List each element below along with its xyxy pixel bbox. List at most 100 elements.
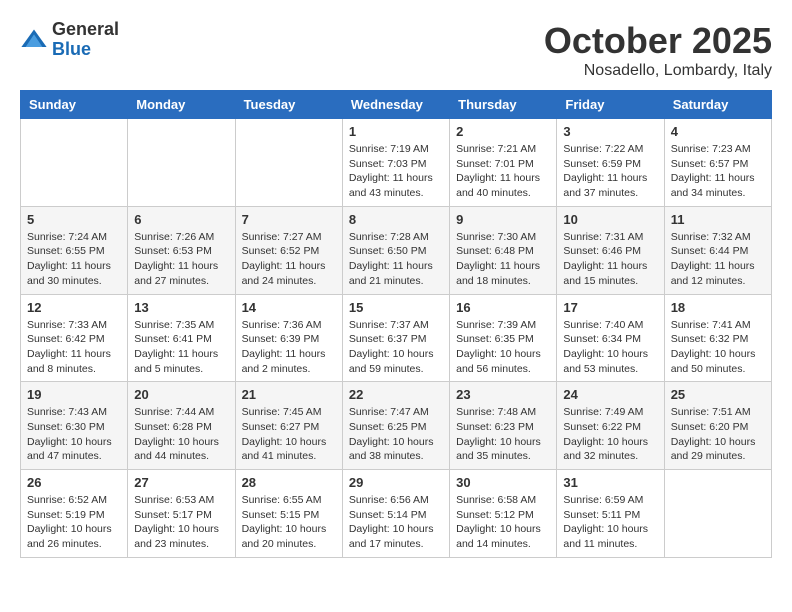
calendar-week-row: 19 Sunrise: 7:43 AMSunset: 6:30 PMDayligh… <box>21 382 772 470</box>
day-number: 12 <box>27 300 121 315</box>
day-info: Sunrise: 7:35 AMSunset: 6:41 PMDaylight:… <box>134 318 228 377</box>
day-info: Sunrise: 7:49 AMSunset: 6:22 PMDaylight:… <box>563 405 657 464</box>
calendar-header: SundayMondayTuesdayWednesdayThursdayFrid… <box>21 91 772 119</box>
day-number: 4 <box>671 124 765 139</box>
calendar-cell: 24 Sunrise: 7:49 AMSunset: 6:22 PMDayligh… <box>557 382 664 470</box>
day-number: 22 <box>349 387 443 402</box>
calendar-cell: 13 Sunrise: 7:35 AMSunset: 6:41 PMDayligh… <box>128 294 235 382</box>
day-number: 1 <box>349 124 443 139</box>
calendar-cell: 26 Sunrise: 6:52 AMSunset: 5:19 PMDayligh… <box>21 470 128 558</box>
day-number: 21 <box>242 387 336 402</box>
day-number: 27 <box>134 475 228 490</box>
day-info: Sunrise: 7:44 AMSunset: 6:28 PMDaylight:… <box>134 405 228 464</box>
day-info: Sunrise: 7:40 AMSunset: 6:34 PMDaylight:… <box>563 318 657 377</box>
day-info: Sunrise: 7:48 AMSunset: 6:23 PMDaylight:… <box>456 405 550 464</box>
calendar-cell: 2 Sunrise: 7:21 AMSunset: 7:01 PMDaylight… <box>450 119 557 207</box>
day-info: Sunrise: 7:22 AMSunset: 6:59 PMDaylight:… <box>563 142 657 201</box>
calendar-week-row: 12 Sunrise: 7:33 AMSunset: 6:42 PMDayligh… <box>21 294 772 382</box>
day-info: Sunrise: 7:21 AMSunset: 7:01 PMDaylight:… <box>456 142 550 201</box>
day-info: Sunrise: 6:52 AMSunset: 5:19 PMDaylight:… <box>27 493 121 552</box>
day-info: Sunrise: 7:33 AMSunset: 6:42 PMDaylight:… <box>27 318 121 377</box>
weekday-header-friday: Friday <box>557 91 664 119</box>
calendar-cell: 14 Sunrise: 7:36 AMSunset: 6:39 PMDayligh… <box>235 294 342 382</box>
calendar-cell <box>21 119 128 207</box>
day-number: 13 <box>134 300 228 315</box>
day-number: 18 <box>671 300 765 315</box>
day-info: Sunrise: 7:37 AMSunset: 6:37 PMDaylight:… <box>349 318 443 377</box>
day-info: Sunrise: 6:58 AMSunset: 5:12 PMDaylight:… <box>456 493 550 552</box>
logo-general-text: General <box>52 20 119 40</box>
calendar-cell: 15 Sunrise: 7:37 AMSunset: 6:37 PMDayligh… <box>342 294 449 382</box>
weekday-header-tuesday: Tuesday <box>235 91 342 119</box>
day-info: Sunrise: 7:27 AMSunset: 6:52 PMDaylight:… <box>242 230 336 289</box>
day-number: 15 <box>349 300 443 315</box>
calendar-cell: 7Sunrise: 7:27 AMSunset: 6:52 PMDaylight… <box>235 206 342 294</box>
day-number: 26 <box>27 475 121 490</box>
calendar-cell: 18 Sunrise: 7:41 AMSunset: 6:32 PMDayligh… <box>664 294 771 382</box>
day-number: 30 <box>456 475 550 490</box>
calendar-cell: 9 Sunrise: 7:30 AMSunset: 6:48 PMDaylight… <box>450 206 557 294</box>
day-number: 14 <box>242 300 336 315</box>
day-info: Sunrise: 7:32 AMSunset: 6:44 PMDaylight:… <box>671 230 765 289</box>
day-number: 8 <box>349 212 443 227</box>
calendar-cell: 16 Sunrise: 7:39 AMSunset: 6:35 PMDayligh… <box>450 294 557 382</box>
day-info: Sunrise: 7:19 AMSunset: 7:03 PMDaylight:… <box>349 142 443 201</box>
calendar-week-row: 5Sunrise: 7:24 AMSunset: 6:55 PMDaylight… <box>21 206 772 294</box>
calendar-cell: 19 Sunrise: 7:43 AMSunset: 6:30 PMDayligh… <box>21 382 128 470</box>
calendar-cell: 12 Sunrise: 7:33 AMSunset: 6:42 PMDayligh… <box>21 294 128 382</box>
calendar-cell: 11Sunrise: 7:32 AMSunset: 6:44 PMDayligh… <box>664 206 771 294</box>
day-info: Sunrise: 7:28 AMSunset: 6:50 PMDaylight:… <box>349 230 443 289</box>
logo: General Blue <box>20 20 119 60</box>
calendar-week-row: 26 Sunrise: 6:52 AMSunset: 5:19 PMDayligh… <box>21 470 772 558</box>
calendar-cell: 1 Sunrise: 7:19 AMSunset: 7:03 PMDaylight… <box>342 119 449 207</box>
calendar-cell: 31Sunrise: 6:59 AMSunset: 5:11 PMDayligh… <box>557 470 664 558</box>
day-number: 2 <box>456 124 550 139</box>
day-info: Sunrise: 7:39 AMSunset: 6:35 PMDaylight:… <box>456 318 550 377</box>
day-number: 25 <box>671 387 765 402</box>
weekday-header-wednesday: Wednesday <box>342 91 449 119</box>
calendar-cell <box>235 119 342 207</box>
day-info: Sunrise: 6:56 AMSunset: 5:14 PMDaylight:… <box>349 493 443 552</box>
calendar-cell: 28Sunrise: 6:55 AMSunset: 5:15 PMDayligh… <box>235 470 342 558</box>
calendar-cell: 4Sunrise: 7:23 AMSunset: 6:57 PMDaylight… <box>664 119 771 207</box>
day-number: 9 <box>456 212 550 227</box>
day-info: Sunrise: 7:47 AMSunset: 6:25 PMDaylight:… <box>349 405 443 464</box>
day-number: 29 <box>349 475 443 490</box>
calendar-cell: 25Sunrise: 7:51 AMSunset: 6:20 PMDayligh… <box>664 382 771 470</box>
calendar-cell: 22 Sunrise: 7:47 AMSunset: 6:25 PMDayligh… <box>342 382 449 470</box>
calendar-cell: 27 Sunrise: 6:53 AMSunset: 5:17 PMDayligh… <box>128 470 235 558</box>
day-info: Sunrise: 7:41 AMSunset: 6:32 PMDaylight:… <box>671 318 765 377</box>
day-number: 23 <box>456 387 550 402</box>
calendar-body: 1 Sunrise: 7:19 AMSunset: 7:03 PMDaylight… <box>21 119 772 558</box>
day-info: Sunrise: 7:30 AMSunset: 6:48 PMDaylight:… <box>456 230 550 289</box>
day-number: 3 <box>563 124 657 139</box>
weekday-header-monday: Monday <box>128 91 235 119</box>
calendar-cell: 8 Sunrise: 7:28 AMSunset: 6:50 PMDaylight… <box>342 206 449 294</box>
day-number: 19 <box>27 387 121 402</box>
weekday-header-row: SundayMondayTuesdayWednesdayThursdayFrid… <box>21 91 772 119</box>
calendar-cell: 5Sunrise: 7:24 AMSunset: 6:55 PMDaylight… <box>21 206 128 294</box>
calendar-cell <box>664 470 771 558</box>
day-info: Sunrise: 7:45 AMSunset: 6:27 PMDaylight:… <box>242 405 336 464</box>
day-info: Sunrise: 6:59 AMSunset: 5:11 PMDaylight:… <box>563 493 657 552</box>
day-info: Sunrise: 7:36 AMSunset: 6:39 PMDaylight:… <box>242 318 336 377</box>
weekday-header-thursday: Thursday <box>450 91 557 119</box>
calendar-cell: 23 Sunrise: 7:48 AMSunset: 6:23 PMDayligh… <box>450 382 557 470</box>
day-number: 16 <box>456 300 550 315</box>
day-info: Sunrise: 6:53 AMSunset: 5:17 PMDaylight:… <box>134 493 228 552</box>
location-subtitle: Nosadello, Lombardy, Italy <box>544 62 772 80</box>
calendar-cell: 17 Sunrise: 7:40 AMSunset: 6:34 PMDayligh… <box>557 294 664 382</box>
day-info: Sunrise: 7:26 AMSunset: 6:53 PMDaylight:… <box>134 230 228 289</box>
weekday-header-saturday: Saturday <box>664 91 771 119</box>
day-info: Sunrise: 7:43 AMSunset: 6:30 PMDaylight:… <box>27 405 121 464</box>
day-info: Sunrise: 7:24 AMSunset: 6:55 PMDaylight:… <box>27 230 121 289</box>
calendar-cell: 10Sunrise: 7:31 AMSunset: 6:46 PMDayligh… <box>557 206 664 294</box>
logo-blue-text: Blue <box>52 40 119 60</box>
month-title: October 2025 <box>544 20 772 62</box>
day-number: 10 <box>563 212 657 227</box>
title-block: October 2025 Nosadello, Lombardy, Italy <box>544 20 772 80</box>
calendar-cell: 20 Sunrise: 7:44 AMSunset: 6:28 PMDayligh… <box>128 382 235 470</box>
day-number: 17 <box>563 300 657 315</box>
day-number: 20 <box>134 387 228 402</box>
day-number: 24 <box>563 387 657 402</box>
